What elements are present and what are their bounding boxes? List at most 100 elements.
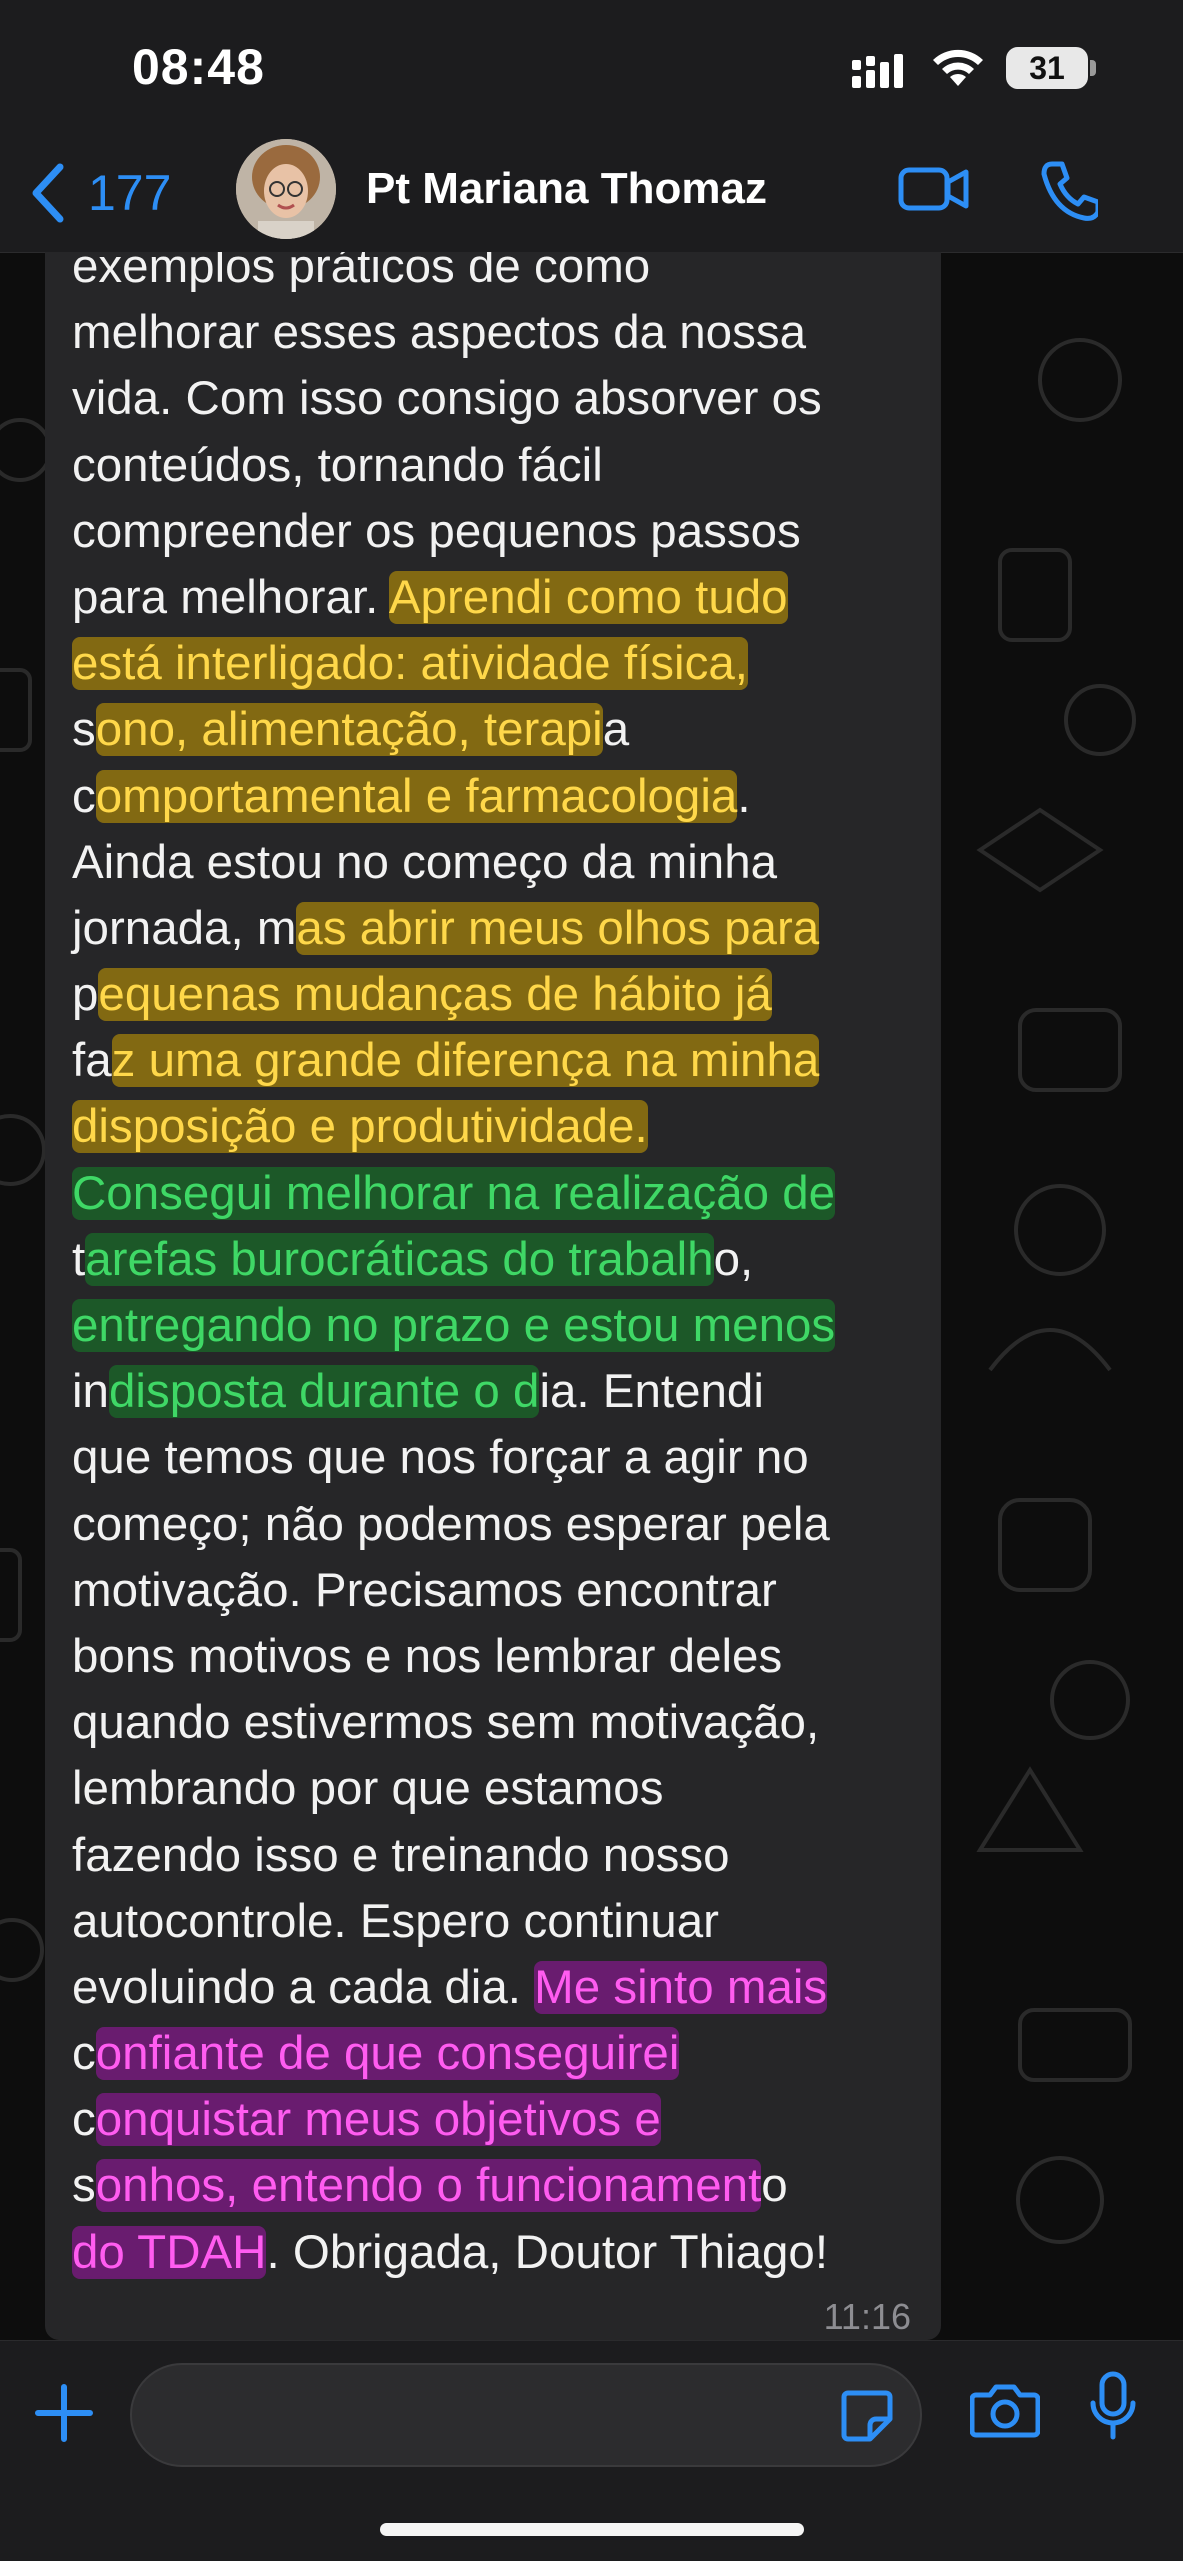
highlighted-text: arefas burocráticas do trabalh (85, 1232, 714, 1286)
highlighted-text: entregando no prazo e estou menos (72, 1299, 836, 1352)
text-segment: o (761, 2159, 788, 2213)
message-line: vida. Com isso consigo absorver os (72, 366, 932, 432)
cellular-signal-icon (852, 54, 903, 88)
message-line: comportamental e farmacologia. (72, 764, 932, 830)
text-segment: lembrando por que estamos (72, 1762, 664, 1816)
message-line: conquistar meus objetivos e (72, 2087, 932, 2153)
message-line: fazendo isso e treinando nosso (72, 1823, 932, 1889)
text-segment: evoluindo a cada dia. (72, 1960, 535, 2014)
chat-header: 177 Pt Mariana Thomaz (0, 139, 1183, 253)
text-segment: c (72, 2027, 96, 2081)
text-segment: vida. Com isso consigo absorver os (72, 372, 822, 426)
message-line: faz uma grande diferença na minha (72, 1028, 932, 1094)
video-call-button[interactable] (898, 162, 970, 216)
input-bar (0, 2340, 1183, 2561)
message-line: tarefas burocráticas do trabalho, (72, 1227, 932, 1293)
highlighted-text: está interligado: atividade física, (72, 637, 748, 691)
avatar-image (236, 139, 336, 239)
text-segment: compreender os pequenos passos (72, 504, 801, 558)
chevron-left-icon (32, 163, 64, 223)
message-input[interactable] (168, 2381, 812, 2451)
highlighted-text: disposição e produtividade. (72, 1100, 648, 1154)
message-line: conteúdos, tornando fácil (72, 433, 932, 499)
message-line: que temos que nos forçar a agir no (72, 1425, 932, 1491)
text-segment: a (602, 703, 630, 757)
unread-count: 177 (88, 165, 172, 221)
message-line: autocontrole. Espero continuar (72, 1889, 932, 1955)
message-line: confiante de que conseguirei (72, 2021, 932, 2087)
message-input-field[interactable] (130, 2363, 922, 2467)
text-segment: começo; não podemos esperar pela (72, 1497, 830, 1551)
text-segment: motivação. Precisamos encontrar (72, 1563, 777, 1617)
highlighted-text: as abrir meus olhos para (296, 901, 820, 955)
message-line: compreender os pequenos passos (72, 499, 932, 565)
text-segment: in (72, 1365, 109, 1419)
highlighted-text: z uma grande diferença na minha (111, 1034, 820, 1088)
sticker-button[interactable] (838, 2387, 896, 2445)
message-line: disposição e produtividade. (72, 1094, 932, 1160)
text-segment: que temos que nos forçar a agir no (72, 1431, 809, 1485)
message-line: motivação. Precisamos encontrar (72, 1558, 932, 1624)
text-segment: . (737, 769, 751, 823)
message-line: para melhorar. Aprendi como tudo (72, 565, 932, 631)
message-line: indisposta durante o dia. Entendi (72, 1359, 932, 1425)
text-segment: bons motivos e nos lembrar deles (72, 1629, 783, 1683)
text-segment: conteúdos, tornando fácil (72, 438, 603, 492)
microphone-button[interactable] (1088, 2371, 1138, 2441)
message-line: Ainda estou no começo da minha (72, 830, 932, 896)
text-segment: t (72, 1232, 86, 1286)
text-segment: autocontrole. Espero continuar (72, 1894, 719, 1948)
add-attachment-button[interactable] (34, 2383, 94, 2443)
message-line: está interligado: atividade física, (72, 631, 932, 697)
highlighted-text: Me sinto mais (534, 1960, 828, 2014)
home-indicator (380, 2523, 804, 2536)
highlighted-text: onfiante de que conseguirei (95, 2027, 680, 2081)
text-segment: o, (713, 1232, 754, 1286)
text-segment: fazendo isso e treinando nosso (72, 1828, 730, 1882)
text-segment: c (72, 769, 96, 823)
message-line: jornada, mas abrir meus olhos para (72, 896, 932, 962)
camera-button[interactable] (970, 2381, 1040, 2439)
message-line: Consegui melhorar na realização de (72, 1161, 932, 1227)
highlighted-text: omportamental e farmacologia (95, 769, 738, 823)
highlighted-text: ono, alimentação, terapi (95, 703, 603, 757)
message-line: sonhos, entendo o funcionamento (72, 2153, 932, 2219)
back-button[interactable]: 177 (30, 158, 171, 228)
text-segment: jornada, m (72, 901, 297, 955)
message-line: lembrando por que estamos (72, 1756, 932, 1822)
text-segment: p (72, 968, 99, 1022)
text-segment: exemplos práticos de como (72, 252, 651, 293)
text-segment: c (72, 2093, 96, 2147)
message-text: exemplos práticos de como melhorar esses … (72, 252, 932, 2286)
highlighted-text: do TDAH (72, 2225, 267, 2279)
highlighted-text: equenas mudanças de hábito já (98, 968, 772, 1022)
message-line: quando estivermos sem motivação, (72, 1690, 932, 1756)
avatar[interactable] (236, 139, 336, 239)
message-line: sono, alimentação, terapia (72, 697, 932, 763)
message-bubble[interactable]: exemplos práticos de como melhorar esses … (45, 252, 941, 2340)
message-line: pequenas mudanças de hábito já (72, 962, 932, 1028)
message-line: do TDAH. Obrigada, Doutor Thiago! (72, 2220, 932, 2286)
battery-tip (1090, 60, 1096, 76)
text-segment: ia. Entendi (539, 1365, 764, 1419)
text-segment: quando estivermos sem motivação, (72, 1696, 820, 1750)
highlighted-text: disposta durante o d (108, 1365, 540, 1419)
status-bar: 08:48 31 (0, 0, 1183, 140)
battery-indicator: 31 (1006, 47, 1088, 89)
contact-name[interactable]: Pt Mariana Thomaz (366, 164, 767, 214)
wifi-icon (933, 49, 983, 86)
text-segment: s (72, 2159, 96, 2213)
message-line: melhorar esses aspectos da nossa (72, 300, 932, 366)
highlighted-text: onquistar meus objetivos e (95, 2093, 661, 2147)
highlighted-text: onhos, entendo o funcionament (95, 2159, 762, 2213)
highlighted-text: Consegui melhorar na realização de (72, 1166, 836, 1220)
message-time: 11:16 (823, 2296, 911, 2337)
text-segment: melhorar esses aspectos da nossa (72, 306, 807, 360)
message-line: começo; não podemos esperar pela (72, 1492, 932, 1558)
message-line: entregando no prazo e estou menos (72, 1293, 932, 1359)
text-segment: para melhorar. (72, 570, 389, 624)
text-segment: Ainda estou no começo da minha (72, 835, 778, 889)
text-segment: . Obrigada, Doutor Thiago! (266, 2225, 829, 2279)
message-line: evoluindo a cada dia. Me sinto mais (72, 1955, 932, 2021)
voice-call-button[interactable] (1038, 158, 1098, 222)
